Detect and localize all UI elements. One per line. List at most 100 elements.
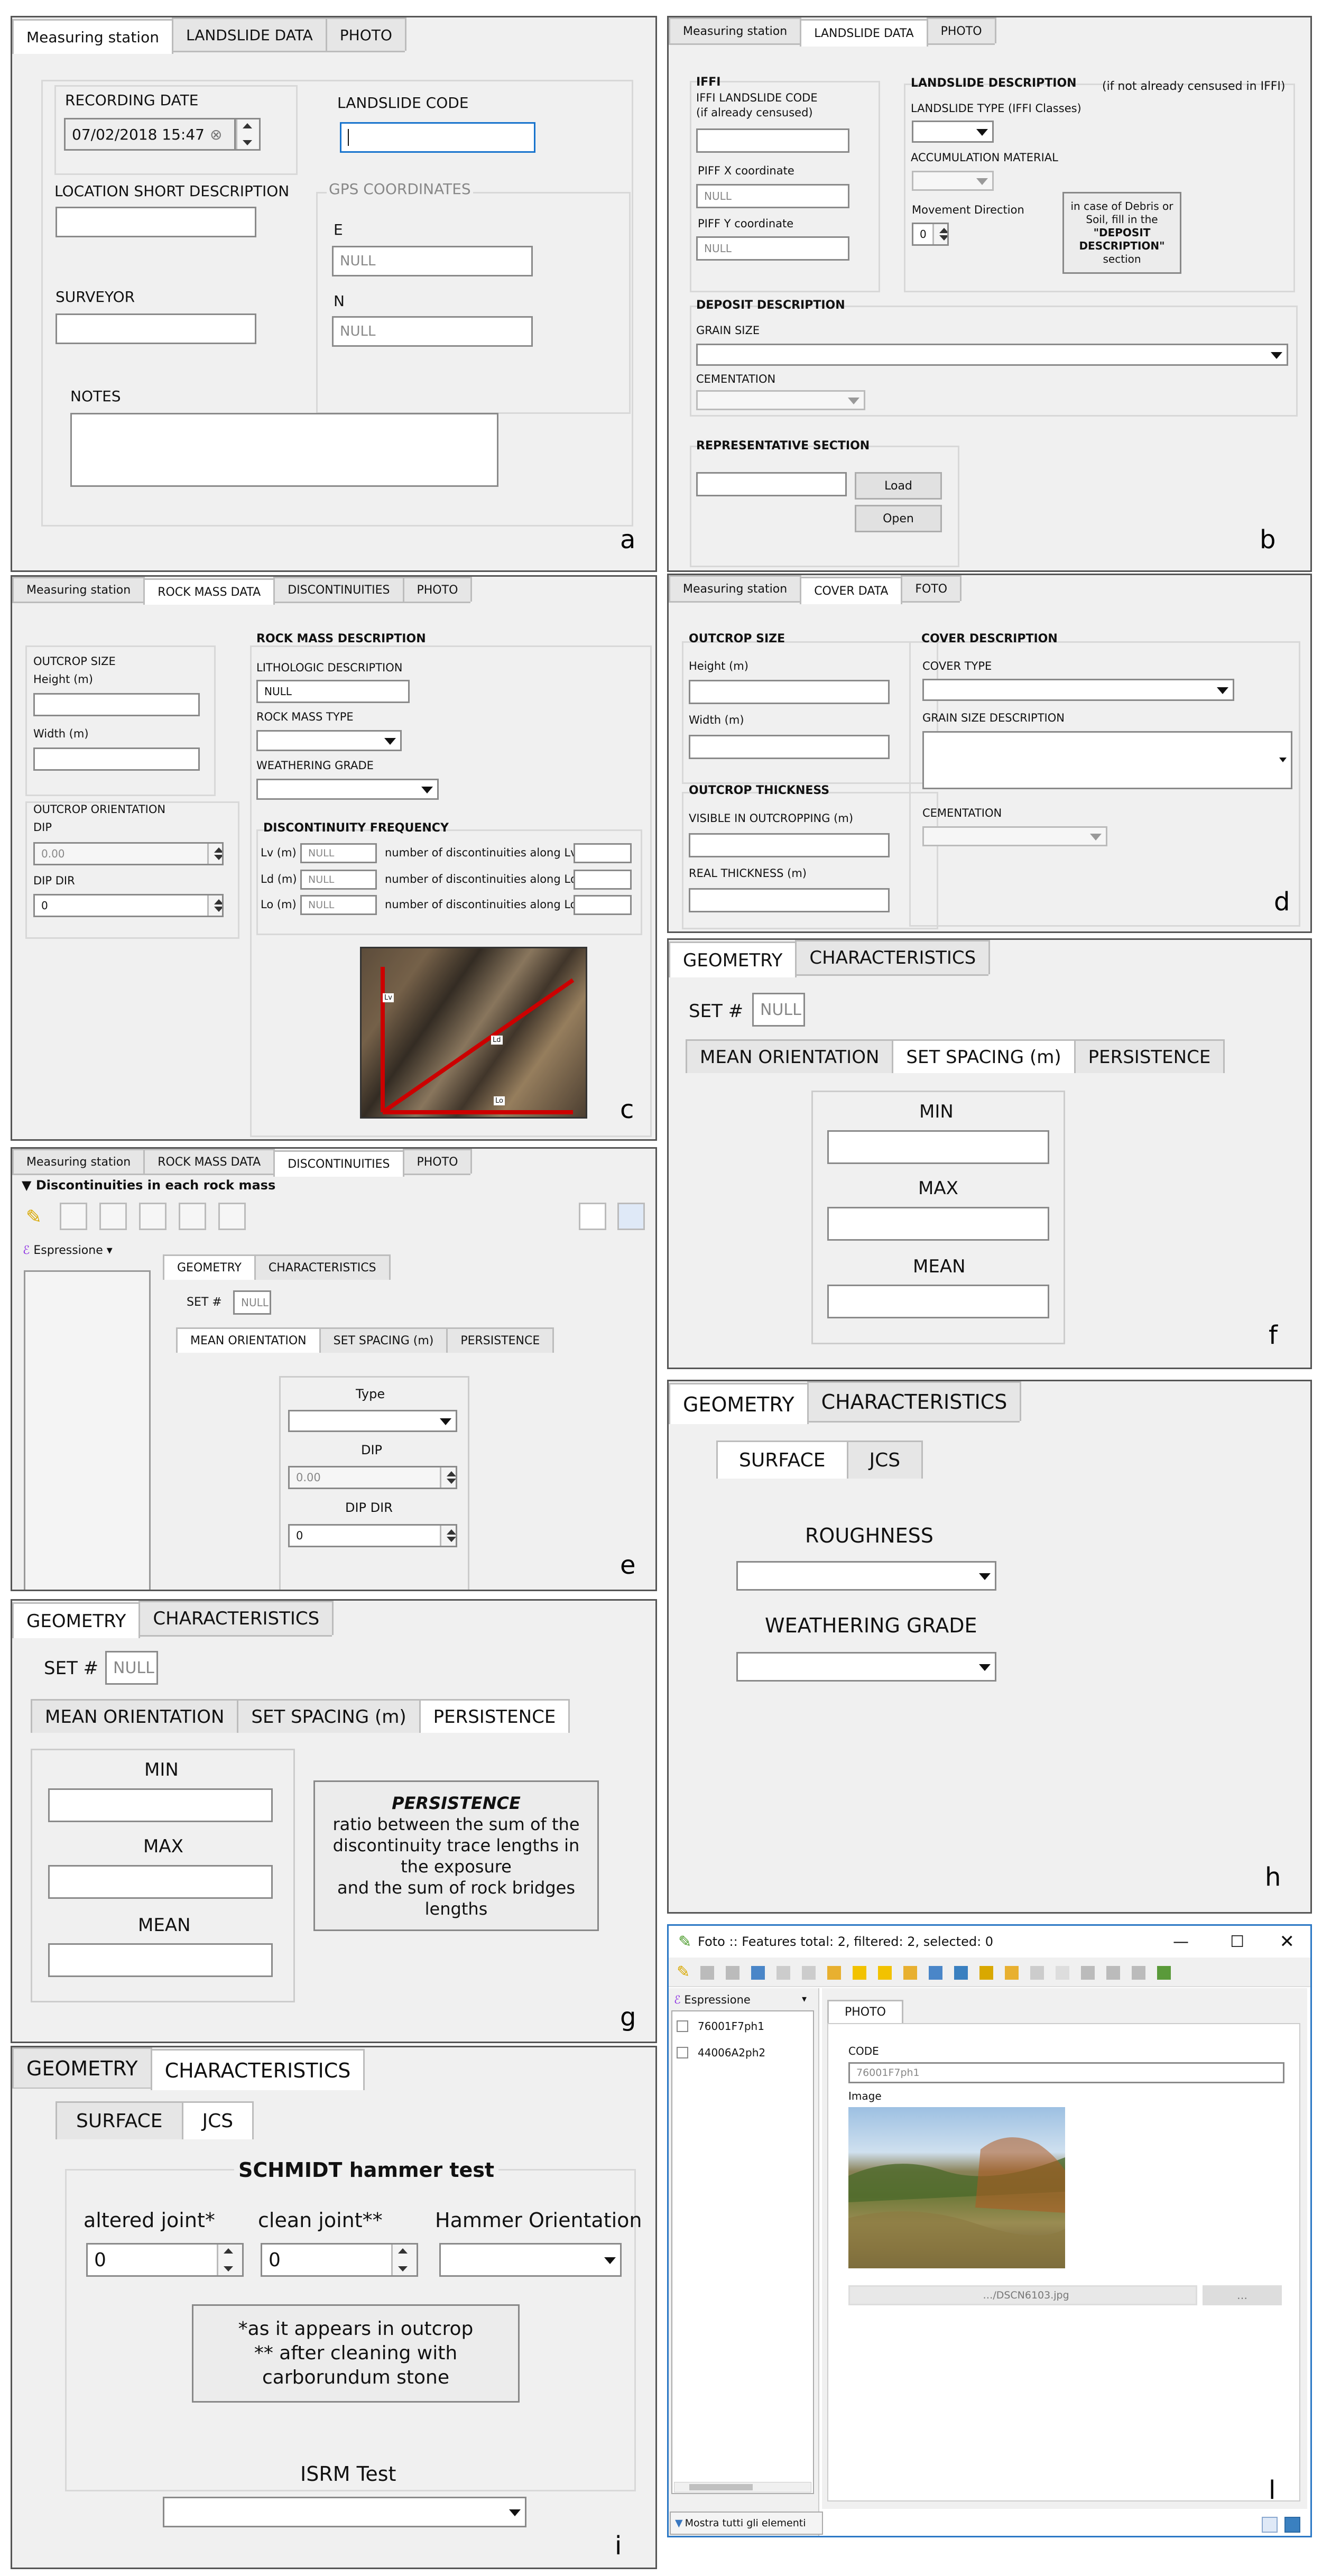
minimize-button[interactable]: — [1173,1933,1189,1951]
tab-set-spacing[interactable]: SET SPACING (m) [237,1699,421,1733]
altered-spinbox[interactable]: 0 [86,2243,244,2277]
tab-photo[interactable]: PHOTO [926,17,996,43]
mean-input[interactable] [48,1943,273,1977]
hammer-select[interactable] [439,2243,622,2277]
tab-mean-orientation[interactable]: MEAN ORIENTATION [31,1699,239,1733]
lo-count-input[interactable] [574,895,632,915]
dip-spinbox[interactable]: 0.00 [33,842,224,865]
iffi-code-input[interactable] [696,128,849,153]
edit-icon[interactable]: ✎ [677,1963,690,1981]
surveyor-input[interactable] [56,313,256,344]
ld-count-input[interactable] [574,870,632,890]
landslide-type-select[interactable] [912,121,994,143]
width-input[interactable] [689,735,890,759]
table-view-icon[interactable] [1262,2517,1278,2533]
tab-jcs[interactable]: JCS [181,2101,254,2139]
toolbar-icons[interactable] [700,1966,1171,1980]
cover-type-select[interactable] [922,679,1234,701]
dip-spinbox[interactable]: 0.00 [288,1466,457,1489]
lv-input[interactable]: NULL [300,843,377,863]
width-input[interactable] [33,747,200,771]
tab-mean-orientation[interactable]: MEAN ORIENTATION [686,1039,894,1073]
tab-photo[interactable]: PHOTO [325,17,406,51]
scroll-thumb[interactable] [689,2484,753,2490]
piff-x-input[interactable]: NULL [696,184,849,208]
type-select[interactable] [288,1410,457,1432]
expression-selector[interactable]: ℰ Espressione [674,1993,751,2006]
min-input[interactable] [48,1788,273,1822]
tab-measuring-station[interactable]: Measuring station [12,19,173,54]
browse-button[interactable]: … [1203,2285,1282,2305]
tab-characteristics[interactable]: CHARACTERISTICS [807,1381,1022,1421]
clear-icon[interactable]: ⊗ [210,126,222,143]
dipdir-spinbox[interactable]: 0 [33,894,224,917]
tab-characteristics[interactable]: CHARACTERISTICS [254,1254,391,1280]
height-input[interactable] [33,693,200,716]
roughness-select[interactable] [736,1561,996,1591]
tab-landslide-data[interactable]: LANDSLIDE DATA [800,19,928,47]
table-view-icon[interactable] [617,1203,645,1230]
tab-landslide-data[interactable]: LANDSLIDE DATA [171,17,327,51]
n-input[interactable]: NULL [332,316,533,347]
location-input[interactable] [56,207,256,237]
tab-geometry[interactable]: GEOMETRY [163,1254,256,1280]
tab-geometry[interactable]: GEOMETRY [669,941,797,977]
edit-pencil-icon[interactable]: ✎ [20,1203,48,1230]
grain-desc-input[interactable] [922,731,1292,789]
show-all-button[interactable]: ▼ Mostra tutti gli elementi [670,2512,823,2535]
tab-discontinuities[interactable]: DISCONTINUITIES [273,577,404,602]
clean-spinbox[interactable]: 0 [261,2243,418,2277]
load-button[interactable]: Load [855,472,942,500]
maximize-button[interactable]: ☐ [1230,1933,1244,1951]
tab-characteristics[interactable]: CHARACTERISTICS [795,940,991,974]
save-icon[interactable] [60,1203,87,1230]
tab-rock-mass-data[interactable]: ROCK MASS DATA [143,1149,275,1174]
section-title[interactable]: ▼ Discontinuities in each rock mass [22,1178,275,1193]
tab-characteristics[interactable]: CHARACTERISTICS [150,2049,365,2090]
tab-discontinuities[interactable]: DISCONTINUITIES [273,1150,404,1177]
form-view-icon[interactable] [579,1203,606,1230]
cementation-select[interactable] [696,390,865,410]
list-item[interactable]: 76001F7ph1 [677,2020,764,2033]
grain-size-select[interactable] [696,344,1288,366]
set-input[interactable]: NULL [233,1290,271,1315]
checkbox[interactable] [677,2020,688,2032]
isrm-select[interactable] [163,2497,526,2527]
ld-input[interactable]: NULL [300,870,377,890]
dropdown-arrow-icon[interactable]: ▾ [802,1993,807,2005]
tab-cover-data[interactable]: COVER DATA [800,577,903,604]
rock-type-select[interactable] [256,730,402,751]
feature-list[interactable] [671,2010,814,2494]
tab-measuring-station[interactable]: Measuring station [12,1149,145,1174]
tab-photo[interactable]: PHOTO [827,2000,903,2023]
rep-section-input[interactable] [696,472,847,496]
tab-persistence[interactable]: PERSISTENCE [446,1327,554,1353]
set-input[interactable]: NULL [752,993,805,1027]
tab-foto[interactable]: FOTO [901,575,962,601]
code-input[interactable]: 76001F7ph1 [848,2062,1284,2083]
tab-surface[interactable]: SURFACE [56,2101,183,2139]
open-button[interactable]: Open [855,505,942,532]
minus-icon[interactable] [179,1203,206,1230]
tab-geometry[interactable]: GEOMETRY [12,1602,141,1638]
recording-date-spin[interactable] [234,118,261,151]
landslide-code-input[interactable] [340,122,535,153]
min-input[interactable] [827,1130,1049,1164]
tab-photo[interactable]: PHOTO [402,1149,473,1174]
tab-persistence[interactable]: PERSISTENCE [419,1699,570,1733]
e-input[interactable]: NULL [332,246,533,276]
horizontal-scrollbar[interactable] [674,2482,811,2492]
recording-date-field[interactable]: 07/02/2018 15:47 ⊗ [64,118,254,151]
file-path-input[interactable]: …/DSCN6103.jpg [848,2285,1197,2305]
set-input[interactable]: NULL [105,1651,158,1685]
tab-rock-mass-data[interactable]: ROCK MASS DATA [143,578,275,605]
list-item[interactable]: 44006A2ph2 [677,2046,765,2059]
tab-measuring-station[interactable]: Measuring station [12,577,145,602]
cementation-select[interactable] [922,826,1107,846]
expression-selector[interactable]: ℰ Espressione ▾ [23,1244,113,1257]
tab-persistence[interactable]: PERSISTENCE [1074,1039,1225,1073]
lv-count-input[interactable] [574,843,632,863]
tab-jcs[interactable]: JCS [846,1441,923,1479]
notes-input[interactable] [70,413,498,487]
litho-input[interactable]: NULL [256,680,410,703]
